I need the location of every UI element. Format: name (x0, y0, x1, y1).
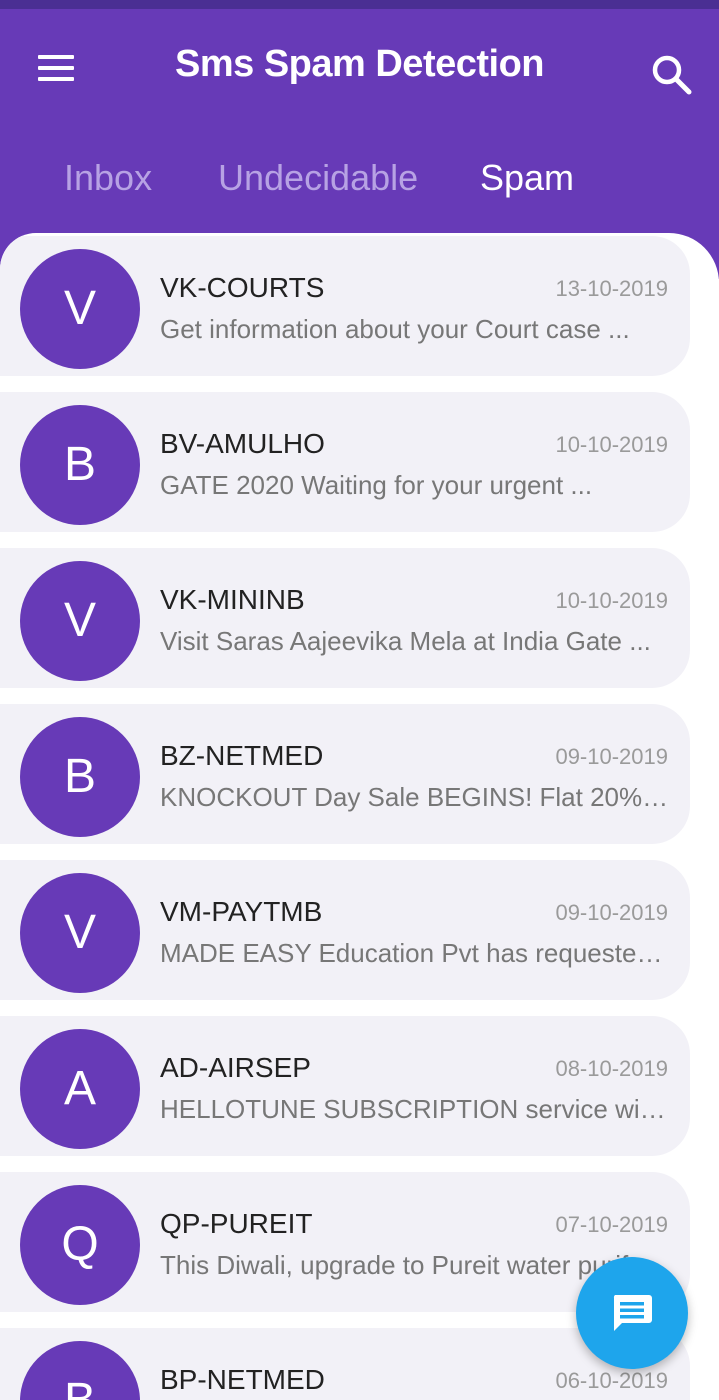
message-preview: KNOCKOUT Day Sale BEGINS! Flat 20% ... (160, 782, 670, 812)
message-sender: VK-MININB (160, 584, 305, 615)
message-item[interactable]: B BV-AMULHO 10-10-2019 GATE 2020 Waiting… (0, 392, 690, 532)
message-item[interactable]: V VK-COURTS 13-10-2019 Get information a… (0, 236, 690, 376)
message-date: 10-10-2019 (555, 432, 668, 457)
avatar: A (20, 1029, 140, 1149)
message-item[interactable]: V VM-PAYTMB 09-10-2019 MADE EASY Educati… (0, 860, 690, 1000)
message-preview: GATE 2020 Waiting for your urgent ... (160, 470, 593, 500)
avatar: B (20, 717, 140, 837)
message-preview: Visit Saras Aajeevika Mela at India Gate… (160, 626, 651, 656)
message-sender: BZ-NETMED (160, 740, 324, 771)
message-icon (613, 1295, 652, 1331)
message-preview: MADE EASY Education Pvt has requested ..… (160, 938, 670, 968)
avatar: V (20, 561, 140, 681)
avatar: Q (20, 1185, 140, 1305)
message-date: 13-10-2019 (555, 276, 668, 301)
avatar: B (20, 1341, 140, 1400)
app-title: Sms Spam Detection (175, 43, 545, 85)
message-sender: AD-AIRSEP (160, 1052, 311, 1083)
tab-undecidable[interactable]: Undecidable (218, 157, 418, 199)
message-preview: HELLOTUNE SUBSCRIPTION service will b... (160, 1094, 670, 1124)
status-bar (0, 0, 719, 9)
message-sender: VK-COURTS (160, 272, 325, 303)
message-list: V VK-COURTS 13-10-2019 Get information a… (0, 233, 719, 1400)
message-item[interactable]: V VK-MININB 10-10-2019 Visit Saras Aajee… (0, 548, 690, 688)
message-date: 07-10-2019 (555, 1212, 668, 1237)
message-sender: BV-AMULHO (160, 428, 325, 459)
avatar: V (20, 249, 140, 369)
message-date: 08-10-2019 (555, 1056, 668, 1081)
message-sender: VM-PAYTMB (160, 896, 323, 927)
message-item[interactable]: A AD-AIRSEP 08-10-2019 HELLOTUNE SUBSCRI… (0, 1016, 690, 1156)
message-sender: QP-PUREIT (160, 1208, 313, 1239)
message-date: 10-10-2019 (555, 588, 668, 613)
tab-spam[interactable]: Spam (480, 157, 574, 199)
message-preview: Get information about your Court case ..… (160, 314, 630, 344)
message-date: 09-10-2019 (555, 744, 668, 769)
tab-inbox[interactable]: Inbox (64, 157, 152, 199)
avatar: V (20, 873, 140, 993)
search-icon[interactable] (650, 53, 694, 97)
compose-button[interactable] (576, 1257, 688, 1369)
message-date: 06-10-2019 (555, 1368, 668, 1393)
avatar: B (20, 405, 140, 525)
message-date: 09-10-2019 (555, 900, 668, 925)
message-item[interactable]: B BZ-NETMED 09-10-2019 KNOCKOUT Day Sale… (0, 704, 690, 844)
tab-bar: Inbox Undecidable Spam (0, 157, 719, 207)
message-sender: BP-NETMED (160, 1364, 325, 1395)
